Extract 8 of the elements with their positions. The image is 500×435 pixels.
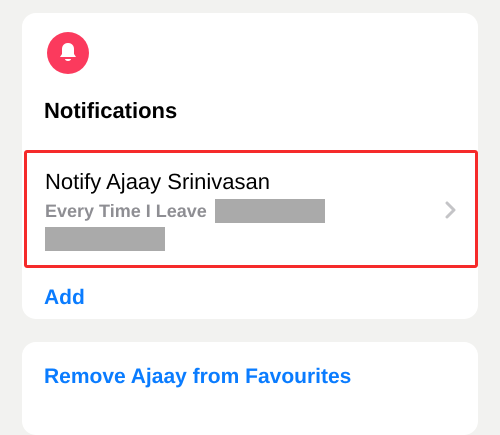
notification-row[interactable]: Notify Ajaay Srinivasan Every Time I Leave <box>24 150 478 268</box>
section-title: Notifications <box>44 98 178 124</box>
bell-icon <box>47 32 89 74</box>
notification-subtitle: Every Time I Leave <box>45 200 207 222</box>
chevron-right-icon <box>445 201 457 219</box>
notification-title: Notify Ajaay Srinivasan <box>45 169 271 195</box>
remove-favourite-link[interactable]: Remove Ajaay from Favourites <box>44 365 352 389</box>
add-link[interactable]: Add <box>44 286 85 310</box>
